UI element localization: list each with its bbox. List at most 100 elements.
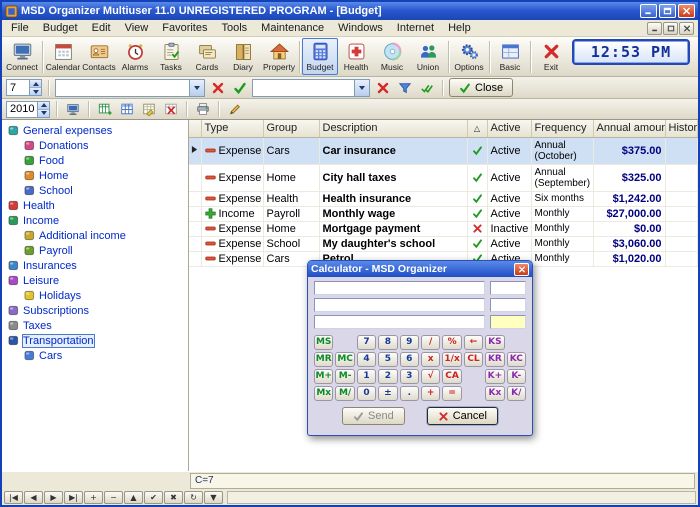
column-header-description[interactable]: Description	[319, 120, 467, 137]
toolbar-options[interactable]: Options	[451, 38, 487, 75]
calc-key-m-divide[interactable]: M/	[335, 386, 354, 401]
tree-item-holidays[interactable]: Holidays	[2, 288, 188, 303]
combo-arrow-icon[interactable]	[189, 80, 204, 96]
mdi-close-icon[interactable]	[679, 22, 694, 35]
toolbar-cards[interactable]: Cards	[189, 38, 225, 75]
nav-post-button[interactable]: ✔	[144, 491, 163, 504]
table-row[interactable]: ExpenseCarsCar insuranceActiveAnnual (Oc…	[189, 137, 698, 164]
view-monitor-icon[interactable]	[63, 100, 82, 119]
nav-insert-button[interactable]: +	[84, 491, 103, 504]
menu-maintenance[interactable]: Maintenance	[254, 21, 331, 35]
table-row[interactable]: ExpenseSchoolMy daughter's schoolActiveM…	[189, 236, 698, 251]
delete-table-icon[interactable]	[161, 100, 180, 119]
maximize-icon[interactable]	[659, 4, 676, 18]
tree-item-income[interactable]: Income	[2, 213, 188, 228]
calculator-side-display-1[interactable]	[490, 281, 526, 295]
menu-favorites[interactable]: Favorites	[155, 21, 214, 35]
nav-next-button[interactable]: ▶	[44, 491, 63, 504]
calc-key-3[interactable]: 3	[400, 369, 419, 384]
table-row[interactable]: ExpenseHomeMortgage paymentInactiveMonth…	[189, 221, 698, 236]
toolbar-budget[interactable]: Budget	[302, 38, 338, 75]
column-header-indicator[interactable]	[189, 120, 201, 137]
tree-item-additional-income[interactable]: Additional income	[2, 228, 188, 243]
column-header-type[interactable]: Type	[201, 120, 263, 137]
calculator-display-2[interactable]	[314, 298, 485, 312]
toolbar-tasks[interactable]: Tasks	[153, 38, 189, 75]
tree-item-food[interactable]: Food	[2, 153, 188, 168]
tree-item-school[interactable]: School	[2, 183, 188, 198]
tree-item-insurances[interactable]: Insurances	[2, 258, 188, 273]
calc-key-equals[interactable]: =	[442, 386, 461, 401]
calculator-side-display-3[interactable]	[490, 315, 526, 329]
nav-prior-button[interactable]: ◀	[24, 491, 43, 504]
calc-key-percent[interactable]: %	[442, 335, 461, 350]
send-button[interactable]: Send	[342, 407, 405, 425]
calc-key-mc[interactable]: MC	[335, 352, 354, 367]
calc-key-plus-minus[interactable]: ±	[378, 386, 397, 401]
spin-down-icon[interactable]	[30, 87, 41, 95]
mdi-restore-icon[interactable]	[663, 22, 678, 35]
filter-funnel-icon[interactable]	[395, 78, 414, 97]
tree-item-home[interactable]: Home	[2, 168, 188, 183]
edit-record-icon[interactable]	[225, 100, 244, 119]
toolbar-diary[interactable]: Diary	[225, 38, 261, 75]
menu-budget[interactable]: Budget	[36, 21, 85, 35]
combo-arrow-icon[interactable]	[354, 80, 369, 96]
nav-edit-button[interactable]: ▲	[124, 491, 143, 504]
calc-key-1[interactable]: 1	[357, 369, 376, 384]
toolbar-exit[interactable]: Exit	[533, 38, 569, 75]
calc-key-5[interactable]: 5	[378, 352, 397, 367]
spin-up-icon[interactable]	[30, 80, 41, 87]
table-row[interactable]: IncomePayrollMonthly wageActiveMonthly$2…	[189, 206, 698, 221]
insert-table-icon[interactable]	[95, 100, 114, 119]
export-table-icon[interactable]	[139, 100, 158, 119]
apply-all-filters-icon[interactable]	[417, 78, 436, 97]
nav-refresh-button[interactable]: ↻	[184, 491, 203, 504]
close-view-button[interactable]: Close	[449, 78, 513, 97]
calc-key-4[interactable]: 4	[357, 352, 376, 367]
toolbar-contacts[interactable]: Contacts	[81, 38, 117, 75]
calc-key-0[interactable]: 0	[357, 386, 376, 401]
calc-key-k-divide[interactable]: K/	[507, 386, 526, 401]
menu-view[interactable]: View	[118, 21, 156, 35]
calc-key-sqrt[interactable]: √	[421, 369, 440, 384]
calc-key-kc[interactable]: KC	[507, 352, 526, 367]
apply-group-filter-icon[interactable]	[230, 78, 249, 97]
menu-tools[interactable]: Tools	[214, 21, 254, 35]
nav-last-button[interactable]: ▶|	[64, 491, 83, 504]
minimize-icon[interactable]	[640, 4, 657, 18]
spin-down-icon[interactable]	[38, 109, 49, 117]
spin-up-icon[interactable]	[38, 102, 49, 109]
menu-file[interactable]: File	[4, 21, 36, 35]
calc-key-mr[interactable]: MR	[314, 352, 333, 367]
menu-internet[interactable]: Internet	[390, 21, 441, 35]
calc-key-divide[interactable]: /	[421, 335, 440, 350]
tree-item-health[interactable]: Health	[2, 198, 188, 213]
calc-key-ks[interactable]: KS	[485, 335, 504, 350]
nav-first-button[interactable]: |◀	[4, 491, 23, 504]
calc-key-multiply[interactable]: x	[421, 352, 440, 367]
calculator-side-display-2[interactable]	[490, 298, 526, 312]
calc-key-m-minus[interactable]: M-	[335, 369, 354, 384]
toolbar-connect[interactable]: Connect	[4, 38, 40, 75]
year-spinner[interactable]: 2010	[6, 101, 50, 118]
cancel-button[interactable]: Cancel	[427, 407, 498, 425]
tree-item-cars[interactable]: Cars	[2, 348, 188, 363]
group-filter-combo[interactable]	[55, 79, 205, 97]
print-icon[interactable]	[193, 100, 212, 119]
tree-item-transportation[interactable]: Transportation	[2, 333, 188, 348]
nav-cancel-button[interactable]: ✖	[164, 491, 183, 504]
nav-delete-button[interactable]: −	[104, 491, 123, 504]
table-row[interactable]: ExpenseHealthHealth insuranceActiveSix m…	[189, 191, 698, 206]
calc-key-kr[interactable]: KR	[485, 352, 504, 367]
calc-key-7[interactable]: 7	[357, 335, 376, 350]
column-header-amount[interactable]: Annual amount	[593, 120, 665, 137]
toolbar-health[interactable]: Health	[338, 38, 374, 75]
column-header-active_icon[interactable]: △	[467, 120, 487, 137]
calculator-display-1[interactable]	[314, 281, 485, 295]
calc-key-plus[interactable]: +	[421, 386, 440, 401]
calc-key-backspace[interactable]: ←	[464, 335, 483, 350]
tree-item-general-expenses[interactable]: General expenses	[2, 123, 188, 138]
toolbar-music[interactable]: Music	[374, 38, 410, 75]
calc-key-k-plus[interactable]: K+	[485, 369, 504, 384]
